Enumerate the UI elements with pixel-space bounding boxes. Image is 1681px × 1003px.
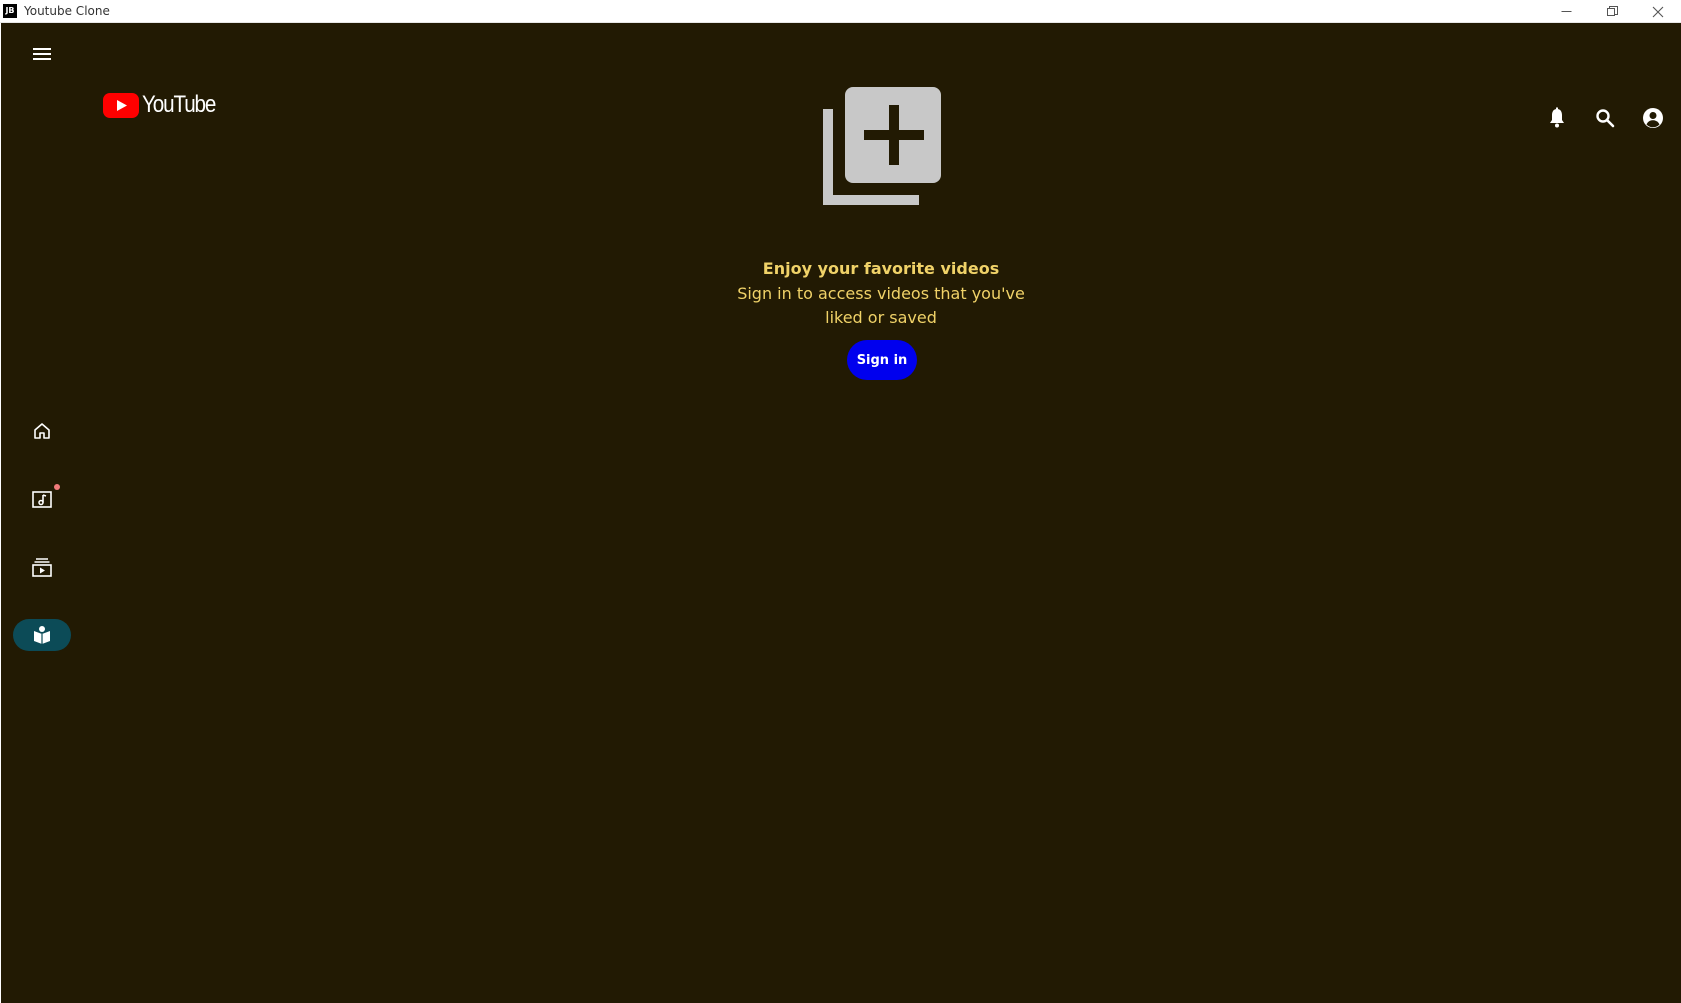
account-icon (1643, 108, 1663, 128)
signin-message: Enjoy your favorite videos Sign in to ac… (681, 256, 1081, 330)
message-subtitle: Sign in to access videos that you've lik… (737, 284, 1025, 327)
notification-badge (54, 484, 60, 490)
sidebar-item-shorts[interactable] (13, 483, 71, 515)
left-edge (0, 800, 1, 1003)
music-video-icon (32, 491, 52, 508)
close-button[interactable] (1635, 0, 1681, 23)
minimize-button[interactable] (1543, 0, 1589, 23)
notifications-button[interactable] (1542, 103, 1572, 133)
sidebar-item-home[interactable] (13, 415, 71, 447)
hamburger-icon (33, 48, 51, 60)
menu-button[interactable] (28, 40, 56, 68)
bell-icon (1550, 107, 1564, 128)
search-icon (1596, 109, 1615, 128)
add-playlist-icon (823, 87, 941, 205)
youtube-logo-text: YouTube (142, 91, 216, 118)
message-title: Enjoy your favorite videos (762, 259, 1000, 278)
library-icon (34, 626, 50, 644)
window-title: Youtube Clone (24, 4, 110, 18)
signin-button[interactable]: Sign in (847, 340, 917, 380)
window-titlebar: JB Youtube Clone (0, 0, 1681, 23)
youtube-logo[interactable]: YouTube (103, 91, 227, 119)
window-controls (1543, 0, 1681, 23)
youtube-logo-icon (103, 92, 139, 118)
sidebar-item-subscriptions[interactable] (13, 551, 71, 583)
sidebar-item-library[interactable] (13, 619, 71, 651)
app-root: YouTube Enjoy your favorite videos Sign … (1, 23, 1681, 1003)
account-button[interactable] (1638, 103, 1668, 133)
subscriptions-icon (32, 558, 52, 577)
app-icon: JB (3, 4, 17, 18)
search-button[interactable] (1590, 103, 1620, 133)
home-icon (34, 423, 50, 439)
maximize-button[interactable] (1589, 0, 1635, 23)
